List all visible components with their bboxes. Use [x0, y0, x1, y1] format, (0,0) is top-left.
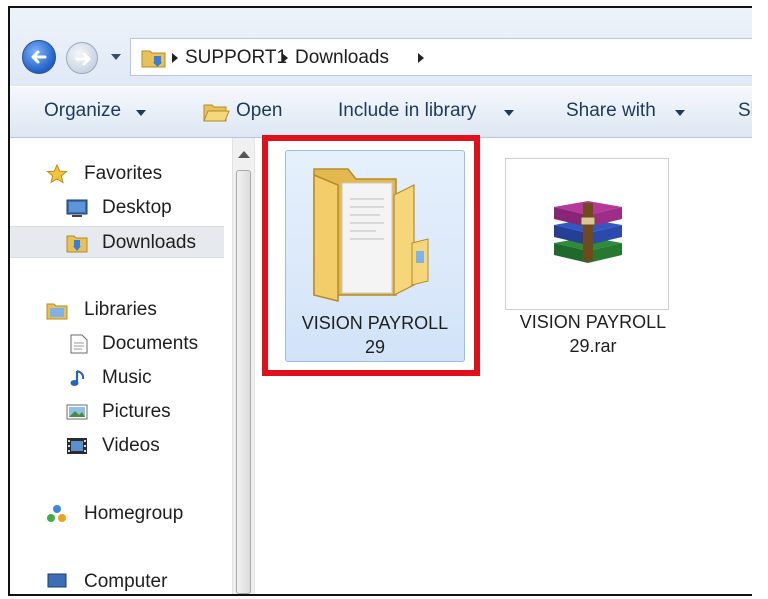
nav-label: Desktop: [102, 197, 172, 218]
address-bar[interactable]: SUPPORT1 Downloads: [130, 38, 752, 76]
open-folder-icon: [203, 104, 230, 122]
back-arrow-icon: [31, 50, 47, 64]
libraries-icon: [46, 303, 68, 320]
file-name-line: VISION PAYROLL: [519, 312, 667, 332]
nav-item-favorites[interactable]: Favorites: [10, 158, 224, 190]
nav-label: Homegroup: [84, 503, 184, 524]
pictures-icon: [66, 404, 88, 420]
include-in-library-button[interactable]: Include in library: [338, 100, 476, 122]
star-icon: [46, 164, 68, 184]
folder-icon: [313, 168, 429, 302]
nav-item-computer[interactable]: Computer: [10, 566, 224, 594]
nav-item-pictures[interactable]: Pictures: [10, 396, 224, 428]
downloads-folder-icon: [141, 50, 166, 68]
share-with-button[interactable]: Share with: [566, 100, 656, 122]
nav-label: Documents: [102, 333, 199, 354]
scrollbar-thumb[interactable]: [236, 170, 251, 594]
file-item-folder[interactable]: VISION PAYROLL 29: [285, 150, 465, 362]
recent-pages-dropdown-icon[interactable]: [110, 52, 122, 62]
navigation-pane-scrollbar[interactable]: [232, 138, 254, 594]
forward-button[interactable]: [66, 42, 98, 74]
desktop-icon: [66, 199, 88, 217]
chevron-down-icon: [675, 110, 685, 116]
nav-label: Videos: [102, 435, 160, 456]
nav-label: Music: [102, 367, 152, 388]
nav-item-libraries[interactable]: Libraries: [10, 294, 224, 326]
navigation-pane: Favorites Desktop Downloads Libraries Do…: [10, 138, 232, 594]
file-name-line: 29: [364, 337, 386, 357]
rar-thumbnail-frame: [505, 158, 669, 310]
video-film-icon: [67, 438, 87, 454]
breadcrumb-separator-icon[interactable]: [417, 53, 425, 63]
explorer-window: SUPPORT1 Downloads Organize Open Include…: [8, 6, 752, 596]
homegroup-icon: [47, 505, 66, 522]
breadcrumb-separator-icon[interactable]: [171, 53, 179, 63]
music-note-icon: [70, 370, 85, 386]
nav-label: Libraries: [84, 299, 157, 320]
nav-label: Favorites: [84, 163, 163, 184]
command-bar: Organize Open Include in library Share w…: [10, 86, 752, 138]
nav-item-desktop[interactable]: Desktop: [10, 192, 224, 224]
file-name-line: VISION PAYROLL: [301, 313, 449, 333]
nav-item-music[interactable]: Music: [10, 362, 224, 394]
downloads-folder-icon: [66, 235, 88, 253]
winrar-archive-icon: [554, 201, 622, 263]
scroll-up-icon[interactable]: [238, 150, 250, 158]
forward-arrow-icon: [75, 52, 91, 66]
nav-item-videos[interactable]: Videos: [10, 430, 224, 462]
organize-button[interactable]: Organize: [44, 100, 121, 122]
nav-label: Downloads: [102, 232, 196, 253]
back-button[interactable]: [22, 40, 56, 74]
file-item-rar[interactable]: VISION PAYROLL 29.rar: [503, 150, 683, 362]
chevron-down-icon: [504, 110, 514, 116]
nav-item-documents[interactable]: Documents: [10, 328, 224, 360]
toolbar-overflow-button[interactable]: Sl: [738, 100, 752, 122]
nav-item-downloads[interactable]: Downloads: [10, 226, 224, 258]
computer-icon: [47, 573, 67, 588]
file-name-line: 29.rar: [569, 336, 617, 356]
nav-label: Pictures: [102, 401, 171, 422]
breadcrumb-support1[interactable]: SUPPORT1: [185, 47, 287, 69]
file-list: VISION PAYROLL 29 VISION PAYROLL 29.rar: [255, 138, 752, 594]
address-bar-row: SUPPORT1 Downloads: [10, 8, 752, 86]
breadcrumb-downloads[interactable]: Downloads: [295, 47, 389, 69]
breadcrumb-separator-icon[interactable]: [281, 53, 289, 63]
open-button[interactable]: Open: [236, 100, 282, 122]
chevron-down-icon: [136, 110, 146, 116]
nav-label: Computer: [84, 571, 168, 592]
documents-icon: [70, 334, 88, 354]
nav-item-homegroup[interactable]: Homegroup: [10, 498, 224, 530]
